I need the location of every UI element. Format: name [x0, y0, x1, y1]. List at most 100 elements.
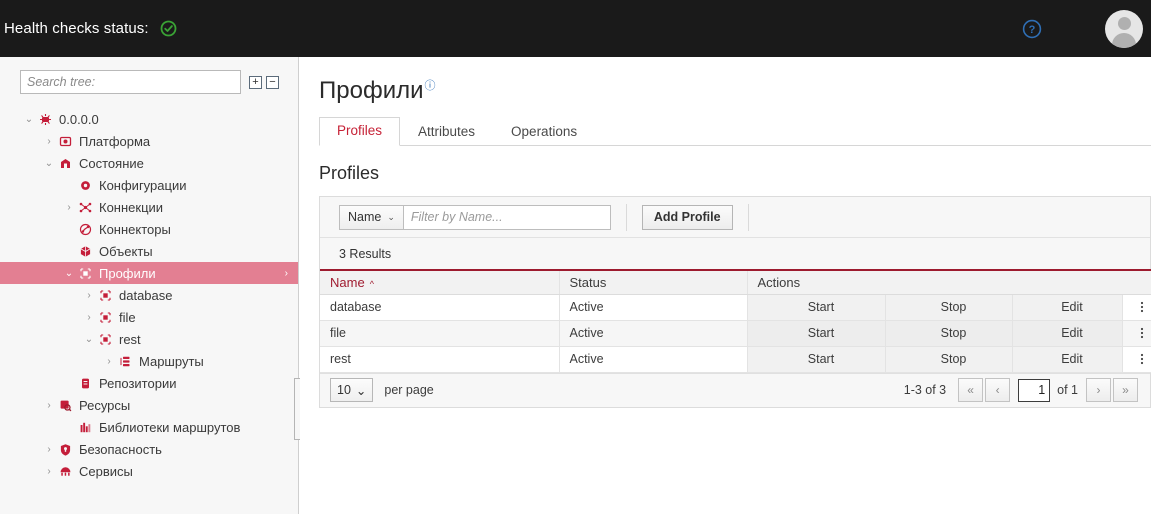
tree-item-коннекции[interactable]: › Коннекции	[0, 196, 298, 218]
stop-action-button[interactable]: Stop	[885, 320, 1012, 346]
chevron-right-icon[interactable]: ›	[42, 400, 56, 411]
tree-item-безопасность[interactable]: ›Безопасность	[0, 438, 298, 460]
tree-item-объекты[interactable]: ›Объекты	[0, 240, 298, 262]
more-vertical-icon[interactable]	[1122, 294, 1151, 320]
more-vertical-icon[interactable]	[1122, 320, 1151, 346]
column-header-name[interactable]: Name^	[320, 270, 559, 294]
info-circle-icon[interactable]: ⓘ	[425, 80, 436, 92]
chevron-right-icon[interactable]: ›	[82, 312, 96, 323]
tree-item-0.0.0.0[interactable]: ⌄0.0.0.0	[0, 108, 298, 130]
tree-item-библиотеки-маршрутов[interactable]: ›Библиотеки маршрутов	[0, 416, 298, 438]
tree-item-label: Состояние	[79, 156, 144, 171]
profiles-table: Name^ Status Actions databaseActiveStart…	[320, 269, 1151, 373]
profile-icon	[96, 333, 114, 346]
next-page-button[interactable]: ›	[1086, 378, 1111, 402]
chevron-right-icon[interactable]: ›	[42, 136, 56, 147]
filter-input[interactable]	[404, 205, 611, 230]
cell-status: Active	[559, 294, 747, 320]
tree-item-коннекторы[interactable]: ›Коннекторы	[0, 218, 298, 240]
first-page-button[interactable]: «	[958, 378, 983, 402]
cell-name: rest	[320, 346, 559, 372]
more-vertical-icon[interactable]	[1122, 346, 1151, 372]
page-number-input[interactable]	[1018, 379, 1050, 402]
table-row[interactable]: fileActiveStartStopEdit	[320, 320, 1151, 346]
expand-all-icon[interactable]: +	[249, 76, 262, 89]
user-avatar[interactable]	[1105, 10, 1143, 48]
tree-item-label: Конфигурации	[99, 178, 186, 193]
top-bar: Health checks status: ?	[0, 0, 1151, 57]
edit-action-button[interactable]: Edit	[1012, 346, 1122, 372]
tree-item-состояние[interactable]: ⌄ Состояние	[0, 152, 298, 174]
connectors-icon	[76, 223, 94, 236]
tab-operations[interactable]: Operations	[493, 118, 595, 146]
chevron-right-icon[interactable]: ›	[42, 444, 56, 455]
tree-item-маршруты[interactable]: › Маршруты	[0, 350, 298, 372]
tree-item-rest[interactable]: ⌄ rest	[0, 328, 298, 350]
chevron-right-icon[interactable]: ›	[102, 356, 116, 367]
collapse-all-icon[interactable]: −	[266, 76, 279, 89]
cell-name: database	[320, 294, 559, 320]
routes-icon	[116, 355, 134, 368]
server-icon	[36, 113, 54, 126]
tree-item-конфигурации[interactable]: ›Конфигурации	[0, 174, 298, 196]
profile-icon	[96, 289, 114, 302]
table-row[interactable]: databaseActiveStartStopEdit	[320, 294, 1151, 320]
edit-action-button[interactable]: Edit	[1012, 320, 1122, 346]
chevron-right-icon[interactable]: ›	[42, 466, 56, 477]
repository-icon	[76, 377, 94, 390]
tree-item-репозитории[interactable]: ›Репозитории	[0, 372, 298, 394]
tab-bar: ProfilesAttributesOperations	[319, 117, 1151, 146]
last-page-button[interactable]: »	[1113, 378, 1138, 402]
add-profile-button[interactable]: Add Profile	[642, 205, 733, 230]
route-libraries-icon	[76, 421, 94, 434]
toolbar-divider-1	[626, 204, 627, 231]
objects-icon	[76, 245, 94, 258]
search-tree-input[interactable]	[20, 70, 241, 94]
cell-name: file	[320, 320, 559, 346]
chevron-right-icon[interactable]: ›	[62, 202, 76, 213]
chevron-down-icon[interactable]: ⌄	[42, 158, 56, 169]
tree-item-label: Сервисы	[79, 464, 133, 479]
column-header-status[interactable]: Status	[559, 270, 747, 294]
per-page-select[interactable]: 10 ⌄	[330, 378, 373, 402]
edit-action-button[interactable]: Edit	[1012, 294, 1122, 320]
tab-profiles[interactable]: Profiles	[319, 117, 400, 146]
tree-item-профили[interactable]: ⌄Профили›	[0, 262, 298, 284]
tab-attributes[interactable]: Attributes	[400, 118, 493, 146]
toolbar-divider-2	[748, 204, 749, 231]
page-title-text: Профили	[319, 77, 424, 104]
tree-item-платформа[interactable]: ›Платформа	[0, 130, 298, 152]
tree-item-label: Репозитории	[99, 376, 176, 391]
tree-item-database[interactable]: ›database	[0, 284, 298, 306]
prev-page-button[interactable]: ‹	[985, 378, 1010, 402]
chevron-down-icon[interactable]: ⌄	[22, 114, 36, 125]
filter-field-select[interactable]: Name ⌄	[339, 205, 404, 230]
connections-icon	[76, 201, 94, 214]
tree-item-file[interactable]: ›file	[0, 306, 298, 328]
help-circle-icon[interactable]: ?	[1021, 18, 1043, 40]
tree-item-label: Ресурсы	[79, 398, 130, 413]
table-row[interactable]: restActiveStartStopEdit	[320, 346, 1151, 372]
stop-action-button[interactable]: Stop	[885, 346, 1012, 372]
tree-item-label: Маршруты	[139, 354, 204, 369]
svg-text:?: ?	[1029, 24, 1036, 36]
tree-item-label: Коннекции	[99, 200, 163, 215]
start-action-button[interactable]: Start	[747, 346, 885, 372]
tree-item-ресурсы[interactable]: › Ресурсы	[0, 394, 298, 416]
chevron-down-icon[interactable]: ⌄	[82, 334, 96, 345]
tree-item-label: rest	[119, 332, 141, 347]
start-action-button[interactable]: Start	[747, 294, 885, 320]
results-count-row: 3 Results	[320, 237, 1150, 269]
chevron-down-icon: ⌄	[387, 212, 395, 223]
chevron-right-icon[interactable]: ›	[82, 290, 96, 301]
pagination-range: 1-3 of 3	[904, 383, 946, 397]
check-circle-icon	[160, 20, 177, 37]
tree-item-сервисы[interactable]: › Сервисы	[0, 460, 298, 482]
expand-all-glyph: +	[252, 77, 258, 87]
start-action-button[interactable]: Start	[747, 320, 885, 346]
stop-action-button[interactable]: Stop	[885, 294, 1012, 320]
services-icon	[56, 465, 74, 478]
chevron-right-icon[interactable]: ›	[285, 268, 288, 279]
sidebar-resizer[interactable]	[298, 57, 299, 514]
chevron-down-icon[interactable]: ⌄	[62, 268, 76, 279]
